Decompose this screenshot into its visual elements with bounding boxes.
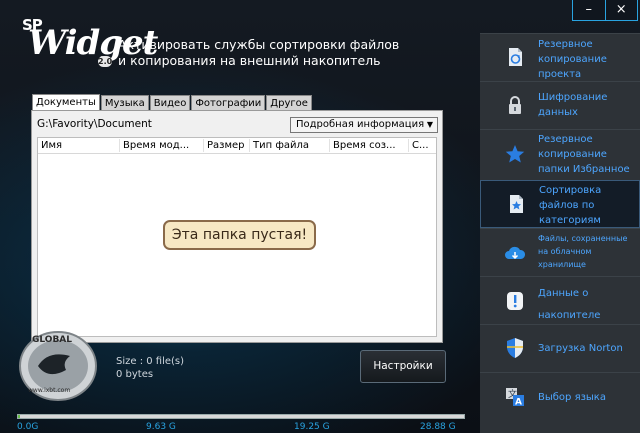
scale-label-3: 28.88 G [420,422,456,432]
language-icon: 文A [504,386,526,408]
file-pane: G:\Favority\Document Подробная информаци… [31,110,443,343]
window-controls: – × [572,0,638,21]
sidebar-item-label: Файлы, сохраненные на облачном хранилище [538,234,628,269]
file-count-text: Size : 0 file(s) [116,356,185,367]
sidebar-item-encryption[interactable]: Шифрование данных [480,81,640,129]
sidebar-item-label: Сортировка файлов по категориям [539,185,602,226]
sidebar-item-label: Выбор языка [538,392,606,403]
scale-label-0: 0.0G [17,422,39,432]
bytes-text: 0 bytes [116,369,154,380]
sidebar-item-drive-info[interactable]: Данные о накопителе [480,276,640,324]
tab-music[interactable]: Музыка [100,95,149,111]
badge-top-text: GLOBAL [32,335,72,345]
column-modified[interactable]: Время мод... [120,139,204,152]
view-mode-value: Подробная информация [296,119,425,130]
sidebar-item-label: Резервное копирование проекта [538,39,607,80]
minimize-button[interactable]: – [573,0,606,20]
app-title: Активировать службы сортировки файлов и … [118,37,400,68]
svg-text:A: A [515,398,522,408]
column-type[interactable]: Тип файла [250,139,330,152]
sidebar-item-language[interactable]: 文A Выбор языка [480,372,640,420]
column-extra[interactable]: С... [409,139,436,152]
column-name[interactable]: Имя [38,139,120,152]
sidebar-item-backup-project[interactable]: Резервное копирование проекта [480,33,640,81]
list-header: Имя Время мод... Размер Тип файла Время … [38,138,436,154]
size-info: Size : 0 file(s) 0 bytes [116,355,184,381]
sidebar-item-label: Шифрование данных [538,92,608,118]
tab-photos[interactable]: Фотографии [191,95,266,111]
tab-video[interactable]: Видео [149,95,191,111]
backup-project-icon [504,46,526,68]
global-badge-logo: GLOBAL www.ixbt.com [18,322,110,402]
cloud-icon [504,242,526,264]
category-tabs: Документы Музыка Видео Фотографии Другое [32,94,313,111]
sidebar-item-sort-files[interactable]: Сортировка файлов по категориям [480,180,640,228]
scale-label-2: 19.25 G [294,422,330,432]
tab-documents[interactable]: Документы [32,94,100,111]
folder-path: G:\Favority\Document [37,118,152,130]
view-mode-select[interactable]: Подробная информация ▼ [290,117,438,133]
sidebar-item-label: Резервное копирование папки Избранное [538,134,630,175]
info-icon [504,290,526,312]
lock-icon [504,94,526,116]
storage-usage-fill [18,415,21,418]
empty-folder-message: Эта папка пустая! [163,220,316,250]
sidebar-item-label: Загрузка Norton [538,343,623,354]
sidebar-item-favorites-backup[interactable]: Резервное копирование папки Избранное [480,129,640,177]
scale-label-1: 9.63 G [146,422,176,432]
column-size[interactable]: Размер [204,139,250,152]
sidebar-item-cloud-files[interactable]: Файлы, сохраненные на облачном хранилище [480,228,640,276]
file-list[interactable]: Имя Время мод... Размер Тип файла Время … [37,137,437,337]
tab-other[interactable]: Другое [266,95,312,111]
close-button[interactable]: × [606,0,638,20]
column-created[interactable]: Время соз... [330,139,409,152]
sidebar-item-label: Данные о накопителе [538,288,601,321]
logo-version: 2.0 [98,56,113,67]
badge-bottom-text: www.ixbt.com [28,387,70,394]
star-icon [504,143,526,165]
app-window: SP Widget 2.0 Активировать службы сортир… [0,0,640,433]
chevron-down-icon: ▼ [426,120,433,129]
sidebar: Резервное копирование проекта Шифрование… [480,33,640,433]
norton-shield-icon [504,337,526,359]
storage-usage-bar [17,414,465,419]
sidebar-item-norton[interactable]: Загрузка Norton [480,324,640,372]
settings-button[interactable]: Настройки [360,350,446,383]
sort-files-icon [505,193,527,215]
